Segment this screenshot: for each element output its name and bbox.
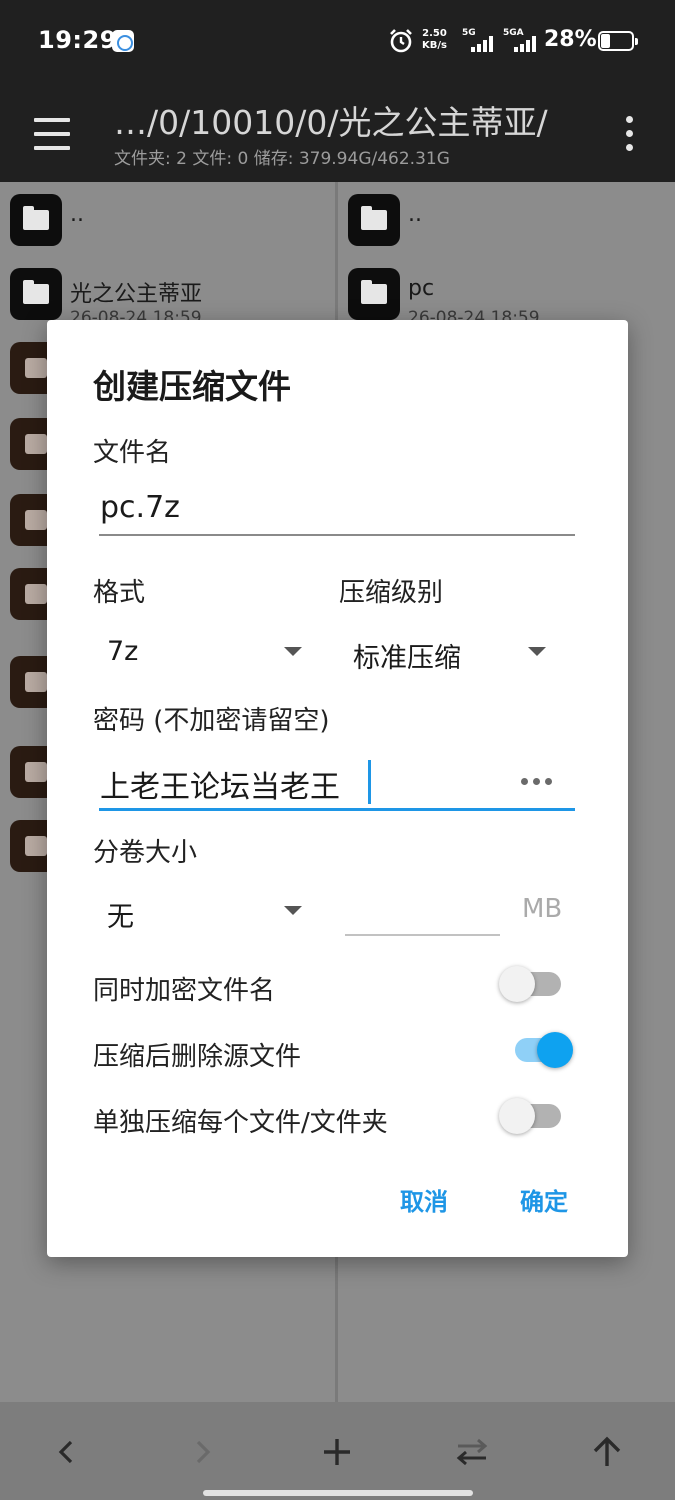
list-item[interactable]: .. <box>10 194 330 254</box>
encrypt-filenames-label: 同时加密文件名 <box>93 976 276 1006</box>
dialog-title: 创建压缩文件 <box>93 367 291 406</box>
current-path[interactable]: …/0/10010/0/光之公主蒂亚/ <box>114 96 548 144</box>
file-name: pc <box>408 276 435 301</box>
split-size-label: 分卷大小 <box>93 838 198 868</box>
compression-level-select-value: 标准压缩 <box>353 643 461 674</box>
signal-bars-icon <box>514 36 536 52</box>
delete-source-toggle[interactable] <box>509 1030 573 1070</box>
create-archive-dialog: 创建压缩文件 文件名 pc.7z 格式 压缩级别 7z 标准压缩 密码 (不加密… <box>47 320 628 1257</box>
alarm-icon <box>390 29 412 53</box>
signal-bars-icon <box>471 36 493 52</box>
encrypt-filenames-toggle[interactable] <box>499 964 563 1004</box>
chevron-down-icon <box>528 647 546 656</box>
password-input-underline <box>99 808 575 811</box>
plus-icon[interactable] <box>315 1430 359 1474</box>
folder-summary: 文件夹: 2 文件: 0 储存: 379.94G/462.31G <box>114 149 450 169</box>
folder-icon <box>10 268 62 320</box>
text-cursor <box>368 760 371 804</box>
password-visibility-icon[interactable] <box>521 778 555 788</box>
network-speed-value: 2.50 <box>422 28 447 39</box>
split-size-select-value: 无 <box>107 902 134 933</box>
file-name: .. <box>70 202 84 227</box>
battery-icon <box>598 31 638 51</box>
bottom-navigation-bar <box>0 1402 675 1500</box>
swap-icon[interactable] <box>450 1430 494 1474</box>
gesture-bar[interactable] <box>203 1490 473 1496</box>
network-speed: 2.50 KB/s <box>422 28 447 52</box>
folder-icon <box>348 194 400 246</box>
ok-button[interactable]: 确定 <box>520 1182 568 1217</box>
status-bar: 19:29 2.50 KB/s 5G 5GA 28% <box>0 0 675 86</box>
app-toolbar: …/0/10010/0/光之公主蒂亚/ 文件夹: 2 文件: 0 储存: 379… <box>0 86 675 182</box>
filename-input[interactable]: pc.7z <box>100 490 180 525</box>
chevron-right-icon[interactable] <box>180 1430 224 1474</box>
network-speed-unit: KB/s <box>422 40 447 51</box>
list-item[interactable]: .. <box>348 194 668 254</box>
delete-source-label: 压缩后删除源文件 <box>93 1042 302 1072</box>
hamburger-menu-icon[interactable] <box>30 112 74 156</box>
separate-archives-toggle[interactable] <box>499 1096 563 1136</box>
compression-level-label: 压缩级别 <box>339 578 444 608</box>
arrow-up-icon[interactable] <box>585 1430 629 1474</box>
format-select-value: 7z <box>107 636 139 667</box>
chevron-down-icon <box>284 906 302 915</box>
folder-icon <box>10 194 62 246</box>
password-input[interactable]: 上老王论坛当老王 <box>100 762 340 806</box>
separate-archives-label: 单独压缩每个文件/文件夹 <box>93 1108 388 1138</box>
app-notification-icon <box>112 30 134 52</box>
file-name: .. <box>408 202 422 227</box>
chevron-down-icon <box>284 647 302 656</box>
filename-input-underline <box>99 534 575 536</box>
status-time: 19:29 <box>38 26 117 54</box>
chevron-left-icon[interactable] <box>45 1430 89 1474</box>
password-label: 密码 (不加密请留空) <box>93 706 330 736</box>
folder-icon <box>348 268 400 320</box>
split-size-input-underline <box>345 934 500 936</box>
file-name: 光之公主蒂亚 <box>70 282 203 307</box>
more-vertical-icon[interactable] <box>618 112 642 156</box>
filename-label: 文件名 <box>93 438 172 468</box>
battery-percent: 28% <box>544 27 597 52</box>
split-size-unit: MB <box>522 894 563 924</box>
cancel-button[interactable]: 取消 <box>400 1182 448 1217</box>
list-item[interactable]: pc 26-08-24 18:59 <box>348 268 668 328</box>
format-label: 格式 <box>93 578 146 608</box>
list-item[interactable]: 光之公主蒂亚 26-08-24 18:59 <box>10 268 330 328</box>
